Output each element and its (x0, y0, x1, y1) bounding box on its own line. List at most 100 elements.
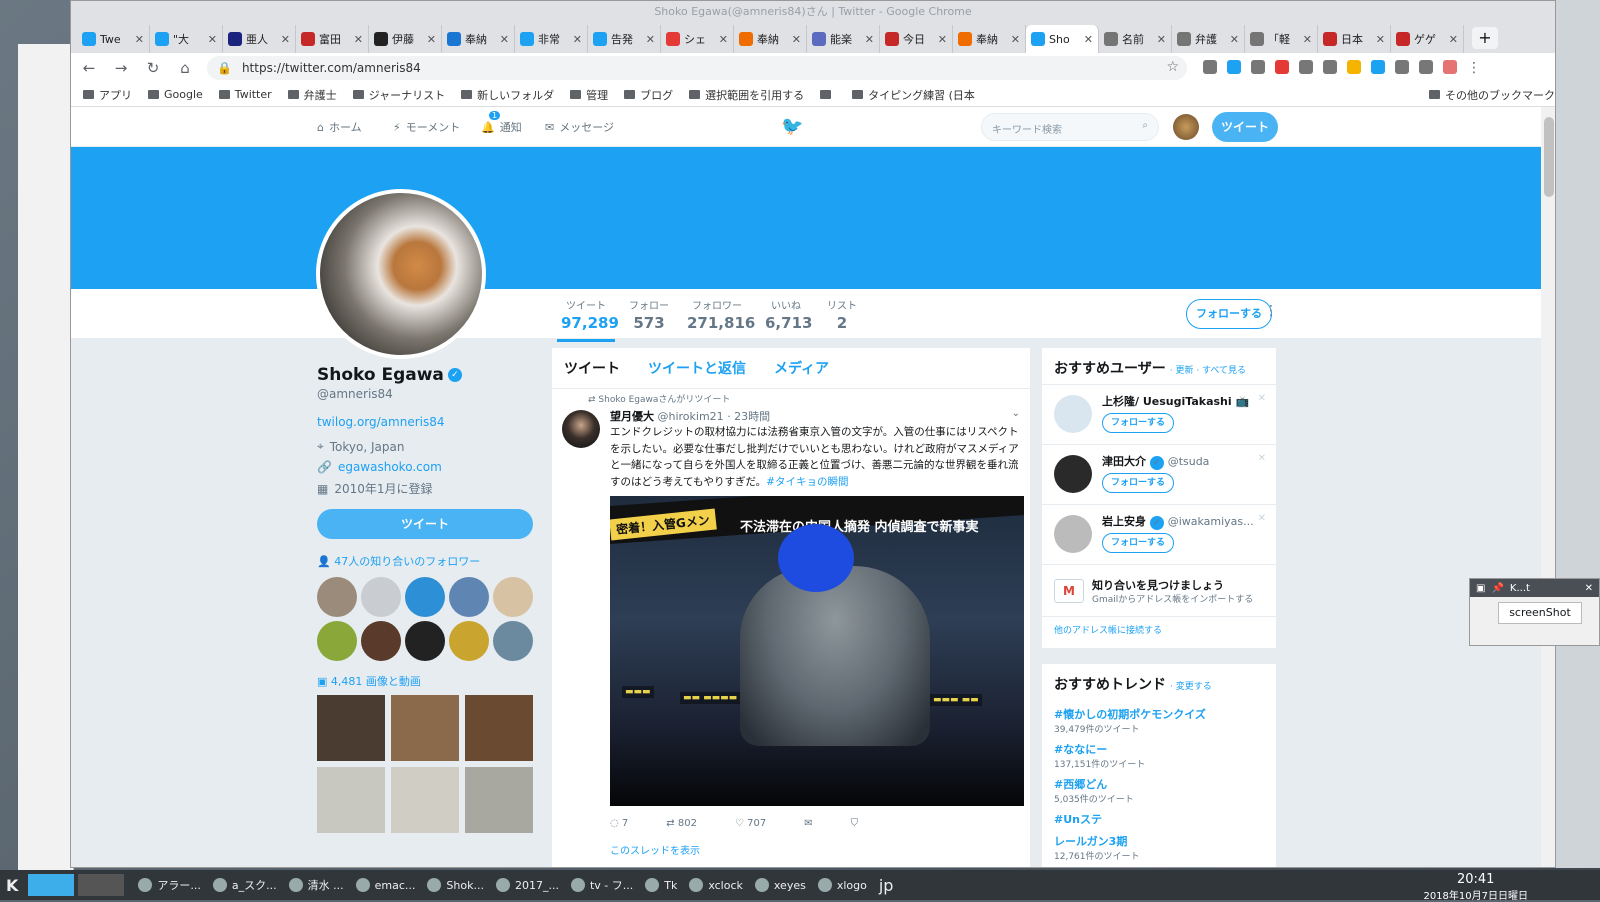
tab-close-icon[interactable]: ✕ (1376, 33, 1385, 46)
account-avatar[interactable] (1173, 114, 1199, 140)
taskbar-item[interactable]: xeyes (749, 873, 812, 897)
extension-icon[interactable] (1203, 60, 1217, 74)
extension-icon[interactable] (1347, 60, 1361, 74)
tab-close-icon[interactable]: ✕ (938, 33, 947, 46)
like-action[interactable]: ♡ 707 (735, 818, 766, 829)
bookmark-item[interactable]: 選択範囲を引用する (689, 87, 804, 103)
taskbar-item[interactable]: a_スク... (207, 873, 283, 897)
tab-close-icon[interactable]: ✕ (719, 33, 728, 46)
tab-close-icon[interactable]: ✕ (427, 33, 436, 46)
bookmark-item[interactable]: ジャーナリスト (352, 87, 445, 103)
extension-icon[interactable] (1323, 60, 1337, 74)
search-input[interactable]: キーワード検索 ⌕ (981, 113, 1159, 141)
tweet-image[interactable]: 密着！入管Gメン 不法滞在の中国人摘発 内偵調査で新事実 ▬▬▬ ▬▬ ▬▬▬▬… (610, 496, 1024, 806)
nav-notifications[interactable]: 🔔 通知 1 (481, 111, 522, 135)
page-scrollbar[interactable] (1541, 107, 1555, 867)
extension-icon[interactable] (1275, 60, 1289, 74)
tweet-author-name[interactable]: 望月優大 (610, 410, 654, 423)
media-link[interactable]: ▣ 4,481 画像と動画 (317, 673, 533, 689)
reload-icon[interactable]: ↻ (143, 59, 163, 77)
user-avatar[interactable] (1054, 515, 1092, 553)
browser-tab[interactable]: 能楽 ✕ (807, 25, 880, 53)
dismiss-icon[interactable]: ✕ (1258, 393, 1266, 404)
stat-likes[interactable]: いいね 6,713 (765, 297, 812, 332)
tab-close-icon[interactable]: ✕ (1084, 33, 1093, 46)
tab-close-icon[interactable]: ✕ (865, 33, 874, 46)
tab-close-icon[interactable]: ✕ (792, 33, 801, 46)
bookmark-item[interactable]: 管理 (570, 87, 608, 103)
tab-media[interactable]: メディア (774, 358, 829, 378)
tab-close-icon[interactable]: ✕ (1230, 33, 1239, 46)
taskbar-item[interactable]: 2017_... (490, 873, 565, 897)
connect-address-book-link[interactable]: 他のアドレス帳に接続する (1042, 616, 1276, 648)
bookmark-item[interactable]: ブログ (624, 87, 673, 103)
desktop-pager[interactable] (78, 874, 125, 896)
taskbar-item[interactable]: xlogo (812, 873, 873, 897)
extension-icon[interactable] (1395, 60, 1409, 74)
new-tab-button[interactable]: + (1472, 27, 1498, 49)
known-followers-link[interactable]: 👤 47人の知り合いのフォロワー (317, 553, 533, 569)
bookmark-item[interactable]: その他のブックマーク (1429, 87, 1555, 103)
taskbar-item[interactable]: Shok... (421, 873, 490, 897)
tweet-time[interactable]: · 23時間 (727, 410, 770, 423)
browser-tab[interactable]: 奉納 ✕ (953, 25, 1026, 53)
back-icon[interactable]: ← (79, 59, 99, 77)
tab-tweets-replies[interactable]: ツイートと返信 (648, 358, 746, 378)
pocket-action[interactable]: ⛉ (851, 818, 859, 829)
reply-action[interactable]: ◌ 7 (610, 818, 628, 829)
stat-tweets[interactable]: ツイート 97,289 (557, 297, 619, 342)
bookmark-item[interactable]: タイピング練習 (日本 (852, 87, 975, 103)
follow-user-button[interactable]: フォローする (1102, 533, 1174, 553)
close-icon[interactable]: ✕ (1585, 583, 1593, 594)
browser-tab[interactable]: 「軽 ✕ (1245, 25, 1318, 53)
browser-tab[interactable]: 奉納 ✕ (442, 25, 515, 53)
browser-tab[interactable]: 非常 ✕ (515, 25, 588, 53)
user-name[interactable]: 岩上安身 (1102, 515, 1146, 528)
taskbar-item[interactable]: Tk (639, 873, 683, 897)
follower-avatar[interactable] (493, 577, 533, 617)
bookmark-item[interactable]: Twitter (218, 88, 272, 101)
browser-tab[interactable]: Twe ✕ (77, 25, 150, 53)
extension-icon[interactable] (1419, 60, 1433, 74)
tab-close-icon[interactable]: ✕ (135, 33, 144, 46)
change-trends-link[interactable]: · 変更する (1170, 682, 1212, 692)
show-thread-link[interactable]: このスレッドを表示 (610, 842, 700, 857)
taskbar-item[interactable]: アラー... (132, 873, 207, 897)
taskbar-item[interactable]: emac... (350, 873, 422, 897)
dismiss-icon[interactable]: ✕ (1258, 513, 1266, 524)
browser-tab[interactable]: 富田 ✕ (296, 25, 369, 53)
stat-followers[interactable]: フォロワー 271,816 (687, 297, 755, 332)
chevron-down-icon[interactable]: ⌄ (1012, 408, 1020, 419)
media-thumbnail[interactable] (465, 695, 533, 761)
tab-close-icon[interactable]: ✕ (573, 33, 582, 46)
stat-lists[interactable]: リスト 2 (827, 297, 857, 332)
user-avatar[interactable] (1054, 395, 1092, 433)
tweet-author-handle[interactable]: @hirokim21 (658, 410, 724, 423)
forward-icon[interactable]: → (111, 59, 131, 77)
start-menu-icon[interactable]: K (0, 873, 24, 897)
media-thumbnail[interactable] (391, 767, 459, 833)
media-thumbnail[interactable] (317, 695, 385, 761)
user-name[interactable]: 上杉隆/ UesugiTakashi (1102, 395, 1232, 408)
more-options-icon[interactable]: ⋮ (1264, 303, 1278, 319)
follower-avatar[interactable] (493, 621, 533, 661)
tab-close-icon[interactable]: ✕ (281, 33, 290, 46)
tweet-to-button[interactable]: ツイート (317, 509, 533, 539)
trend-item[interactable]: レールガン3期 12,761件のツイート (1042, 833, 1276, 862)
browser-tab[interactable]: ゲゲ ✕ (1391, 25, 1464, 53)
follow-user-button[interactable]: フォローする (1102, 413, 1174, 433)
user-name[interactable]: 津田大介 (1102, 455, 1146, 468)
find-friends[interactable]: M 知り合いを見つけましょう Gmailからアドレス帳をインポートする (1042, 564, 1276, 616)
media-thumbnail[interactable] (391, 695, 459, 761)
stat-following[interactable]: フォロー 573 (629, 297, 669, 332)
menu-icon[interactable]: ⋮ (1467, 60, 1481, 76)
media-thumbnail[interactable] (465, 767, 533, 833)
desktop-pager[interactable] (28, 874, 75, 896)
input-language-indicator[interactable]: jp (873, 873, 900, 897)
browser-tab[interactable]: 告発 ✕ (588, 25, 661, 53)
follower-avatar[interactable] (361, 577, 401, 617)
extension-icon[interactable] (1371, 60, 1385, 74)
tab-close-icon[interactable]: ✕ (1011, 33, 1020, 46)
extension-icon[interactable] (1227, 60, 1241, 74)
media-thumbnail[interactable] (317, 767, 385, 833)
